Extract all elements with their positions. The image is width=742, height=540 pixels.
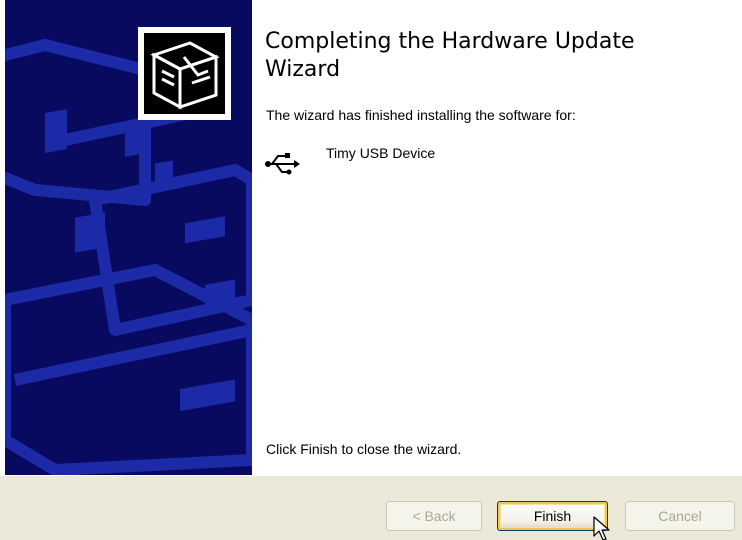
back-button[interactable]: < Back xyxy=(386,501,482,531)
page-title: Completing the Hardware Update Wizard xyxy=(265,29,635,82)
button-bar: < Back Finish Cancel xyxy=(0,475,742,540)
close-instructions: Click Finish to close the wizard. xyxy=(266,441,462,457)
mouse-cursor-icon xyxy=(593,516,610,540)
finished-message: The wizard has finished installing the s… xyxy=(266,107,576,123)
wizard-banner xyxy=(5,0,252,475)
usb-icon xyxy=(265,153,300,175)
hardware-box-icon xyxy=(138,27,231,120)
finish-button[interactable]: Finish xyxy=(497,501,608,531)
device-name: Timy USB Device xyxy=(326,145,436,161)
cancel-button[interactable]: Cancel xyxy=(625,501,735,531)
wizard-window: Completing the Hardware Update Wizard Th… xyxy=(0,0,742,540)
